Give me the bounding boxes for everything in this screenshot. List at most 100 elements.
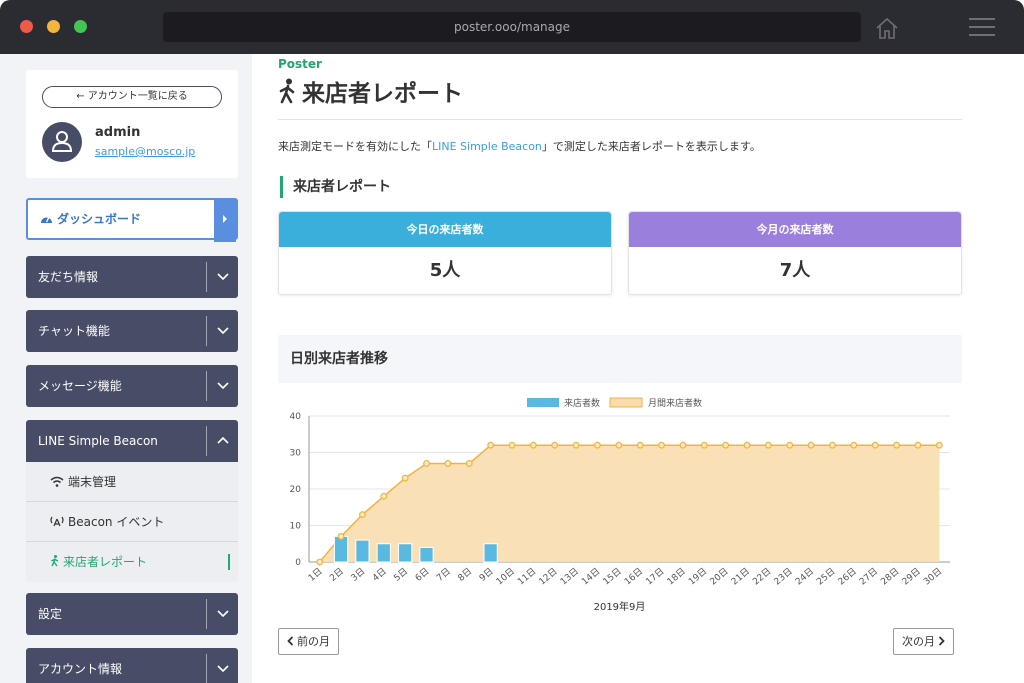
y-tick-label: 0: [295, 558, 301, 568]
account-card: ← アカウント一覧に戻る admin sample@mosco.jp: [26, 70, 238, 178]
sidebar-item-line-beacon[interactable]: LINE Simple Beacon: [26, 420, 238, 462]
chevron-right-icon: [938, 636, 945, 646]
x-tick-label: 1日: [306, 566, 324, 584]
point-monthly: [935, 441, 943, 449]
sidebar: ← アカウント一覧に戻る admin sample@mosco.jp ダッシュボ…: [0, 54, 252, 683]
y-tick-label: 20: [290, 485, 302, 495]
x-axis-label: 2019年9月: [594, 600, 646, 613]
hamburger-menu-icon[interactable]: [969, 18, 995, 38]
month-visitors-label: 今月の来店者数: [629, 212, 961, 247]
sidebar-item-message[interactable]: メッセージ機能: [26, 365, 238, 407]
chevron-down-icon[interactable]: [206, 316, 238, 346]
x-tick-label: 2日: [328, 566, 346, 584]
sidebar-item-dashboard[interactable]: ダッシュボード: [26, 198, 238, 242]
back-to-accounts-button[interactable]: ← アカウント一覧に戻る: [42, 86, 222, 108]
x-tick-label: 16日: [622, 566, 645, 588]
x-tick-label: 21日: [729, 566, 752, 588]
minimize-window-button[interactable]: [47, 20, 60, 33]
x-tick-label: 7日: [434, 566, 452, 584]
x-tick-label: 22日: [751, 566, 774, 588]
next-month-button[interactable]: 次の月: [893, 628, 954, 655]
sidebar-item-account-info[interactable]: アカウント情報: [26, 648, 238, 683]
x-tick-label: 27日: [857, 566, 880, 588]
beacon-submenu: 端末管理 Beacon イベント 来店者レポート: [26, 462, 238, 582]
bar-visitors: [398, 543, 413, 563]
point-monthly: [572, 441, 580, 449]
x-tick-label: 13日: [558, 566, 581, 588]
x-tick-label: 26日: [836, 566, 859, 588]
bar-visitors: [483, 543, 498, 563]
month-visitors-card: 今月の来店者数 7人: [628, 211, 962, 295]
divider: [278, 119, 962, 120]
prev-month-button[interactable]: 前の月: [278, 628, 339, 655]
sidebar-item-label: 設定: [38, 607, 63, 621]
maximize-window-button[interactable]: [74, 20, 87, 33]
x-tick-label: 18日: [665, 566, 688, 588]
point-monthly: [636, 441, 644, 449]
x-tick-label: 15日: [601, 566, 624, 588]
sidebar-item-friends[interactable]: 友だち情報: [26, 256, 238, 298]
sidebar-item-settings[interactable]: 設定: [26, 593, 238, 635]
bar-visitors: [419, 546, 434, 563]
submenu-item-devices[interactable]: 端末管理: [26, 462, 238, 502]
x-tick-label: 24日: [793, 566, 816, 588]
address-bar[interactable]: poster.ooo/manage: [163, 12, 861, 42]
legend-label-visitors: 来店者数: [564, 397, 600, 409]
chevron-down-icon[interactable]: [206, 262, 238, 292]
point-monthly: [743, 441, 751, 449]
bar-visitors: [333, 535, 349, 563]
point-monthly: [700, 441, 708, 449]
sidebar-item-chat[interactable]: チャット機能: [26, 310, 238, 352]
x-tick-label: 29日: [900, 566, 923, 588]
sidebar-item-label: 友だち情報: [38, 270, 99, 284]
user-email[interactable]: sample@mosco.jp: [95, 145, 195, 158]
submenu-item-visitor-report[interactable]: 来店者レポート: [26, 542, 238, 582]
chevron-left-icon: [287, 636, 294, 646]
dashboard-icon: [41, 216, 52, 223]
browser-titlebar: poster.ooo/manage: [0, 0, 1024, 54]
caret-right-icon: [223, 215, 227, 223]
x-tick-label: 9日: [477, 566, 495, 584]
active-indicator: [228, 554, 230, 570]
chevron-up-icon[interactable]: [206, 426, 238, 456]
point-monthly: [423, 460, 430, 467]
x-tick-label: 10日: [494, 566, 517, 588]
point-monthly: [658, 441, 665, 449]
point-monthly: [465, 460, 473, 467]
page-description: 来店測定モードを有効にした「LINE Simple Beacon」で測定した来店…: [278, 138, 761, 154]
point-monthly: [615, 441, 623, 449]
x-tick-label: 4日: [370, 566, 388, 584]
point-monthly: [807, 441, 815, 449]
chevron-down-icon[interactable]: [206, 599, 238, 629]
sidebar-item-label: アカウント情報: [38, 662, 123, 676]
main-content: Poster 来店者レポート 来店測定モードを有効にした「LINE Simple…: [252, 54, 1024, 683]
submenu-item-beacon-events[interactable]: Beacon イベント: [26, 502, 238, 542]
x-tick-label: 28日: [879, 566, 902, 588]
chart-title: 日別来店者推移: [278, 335, 962, 383]
beacon-link[interactable]: LINE Simple Beacon: [432, 140, 542, 153]
point-monthly: [679, 441, 687, 449]
wifi-icon: [50, 476, 64, 487]
point-monthly: [401, 474, 409, 482]
point-monthly: [380, 492, 388, 500]
sidebar-item-label: チャット機能: [38, 324, 110, 338]
home-icon[interactable]: [875, 17, 899, 39]
x-tick-label: 11日: [516, 566, 539, 588]
x-tick-label: 30日: [922, 566, 945, 588]
chevron-down-icon[interactable]: [206, 654, 238, 683]
y-tick-label: 30: [290, 449, 302, 459]
user-icon: [51, 131, 73, 152]
point-monthly: [829, 441, 836, 449]
legend-swatch-visitors: [527, 398, 559, 407]
walk-icon: [51, 555, 59, 567]
today-visitors-value: 5人: [429, 260, 461, 281]
x-tick-label: 20日: [708, 566, 731, 588]
chevron-down-icon[interactable]: [206, 371, 238, 401]
point-monthly: [871, 441, 879, 449]
point-monthly: [551, 441, 559, 449]
page-title: 来店者レポート: [302, 81, 463, 107]
next-month-label: 次の月: [902, 635, 935, 648]
legend-label-monthly: 月間来店者数: [648, 397, 702, 409]
close-window-button[interactable]: [20, 20, 33, 33]
point-monthly: [529, 441, 537, 449]
